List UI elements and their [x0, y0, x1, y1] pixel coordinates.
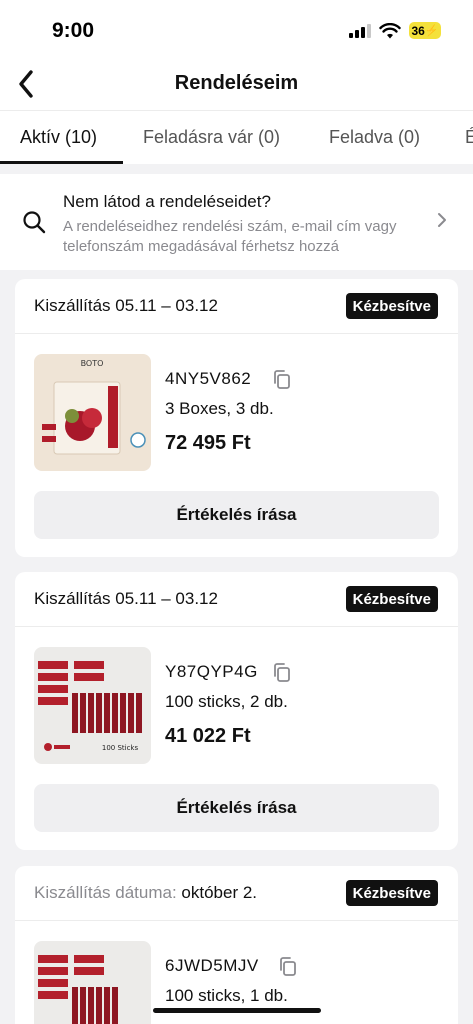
tab-more[interactable]: É [465, 127, 473, 148]
order-id: 4NY5V862 [165, 369, 252, 388]
tab-dispatched[interactable]: Feladva (0) [329, 127, 420, 148]
find-orders-notice[interactable]: Nem látod a rendeléseidet? A rendeléseid… [0, 174, 473, 270]
order-card-header: Kiszállítás 05.11 – 03.12 Kézbesítve [15, 279, 458, 334]
tab-bar: Aktív (10) Feladásra vár (0) Feladva (0)… [0, 110, 473, 164]
home-indicator[interactable] [153, 1008, 321, 1013]
order-price: 72 495 Ft [165, 432, 251, 454]
copy-icon[interactable] [278, 956, 298, 978]
signal-icon [349, 23, 371, 38]
order-quantity: 100 sticks, 2 db. [165, 692, 288, 711]
status-badge: Kézbesítve [345, 880, 438, 906]
order-card[interactable]: Kiszállítás dátuma: október 2. Kézbesítv… [15, 866, 458, 1024]
order-card-header: Kiszállítás 05.11 – 03.12 Kézbesítve [15, 572, 458, 627]
battery-indicator: 36 ⚡ [409, 22, 441, 39]
delivery-date-value: október 2. [181, 883, 258, 902]
chevron-right-icon [438, 213, 446, 227]
order-card-header: Kiszállítás dátuma: október 2. Kézbesítv… [15, 866, 458, 921]
tab-awaiting-dispatch[interactable]: Feladásra vár (0) [143, 127, 280, 148]
status-icons: 36 ⚡ [349, 22, 441, 39]
order-id: Y87QYP4G [165, 662, 258, 681]
order-quantity: 3 Boxes, 3 db. [165, 399, 274, 418]
delivery-window: Kiszállítás 05.11 – 03.12 [34, 296, 218, 315]
product-image: 100 Sticks [34, 647, 151, 764]
status-time: 9:00 [52, 19, 95, 42]
order-card[interactable]: Kiszállítás 05.11 – 03.12 Kézbesítve 100… [15, 572, 458, 850]
active-tab-indicator [0, 161, 123, 164]
product-image: BOTO [34, 354, 151, 471]
notice-subtitle: A rendeléseidhez rendelési szám, e-mail … [63, 218, 397, 255]
order-id: 6JWD5MJV [165, 956, 259, 975]
copy-icon[interactable] [272, 369, 292, 391]
order-price: 41 022 Ft [165, 725, 251, 747]
copy-icon[interactable] [272, 662, 292, 684]
product-thumbnail[interactable] [34, 941, 151, 1024]
thumb-brand-text: BOTO [81, 359, 104, 368]
charging-icon: ⚡ [424, 25, 439, 37]
thumb-label-text: 100 Sticks [102, 744, 139, 752]
search-icon [23, 211, 46, 234]
wifi-icon [379, 22, 401, 38]
battery-level: 36 [411, 23, 425, 38]
write-review-button[interactable]: Értékelés írása [34, 784, 439, 832]
product-image [34, 941, 151, 1024]
product-thumbnail[interactable]: BOTO [34, 354, 151, 471]
order-card[interactable]: Kiszállítás 05.11 – 03.12 Kézbesítve BOT… [15, 279, 458, 557]
product-thumbnail[interactable]: 100 Sticks [34, 647, 151, 764]
tab-active[interactable]: Aktív (10) [20, 127, 97, 148]
delivery-date-label: Kiszállítás dátuma: [34, 883, 177, 902]
order-quantity: 100 sticks, 1 db. [165, 986, 288, 1005]
delivery-date: Kiszállítás dátuma: október 2. [34, 883, 257, 903]
status-bar: 9:00 36 ⚡ [0, 0, 473, 62]
page-title: Rendeléseim [174, 72, 299, 94]
notice-title: Nem látod a rendeléseidet? [63, 192, 271, 211]
write-review-button[interactable]: Értékelés írása [34, 491, 439, 539]
nav-bar: Rendeléseim [0, 62, 473, 110]
status-badge: Kézbesítve [345, 586, 438, 612]
status-badge: Kézbesítve [345, 293, 438, 319]
delivery-window: Kiszállítás 05.11 – 03.12 [34, 589, 218, 608]
